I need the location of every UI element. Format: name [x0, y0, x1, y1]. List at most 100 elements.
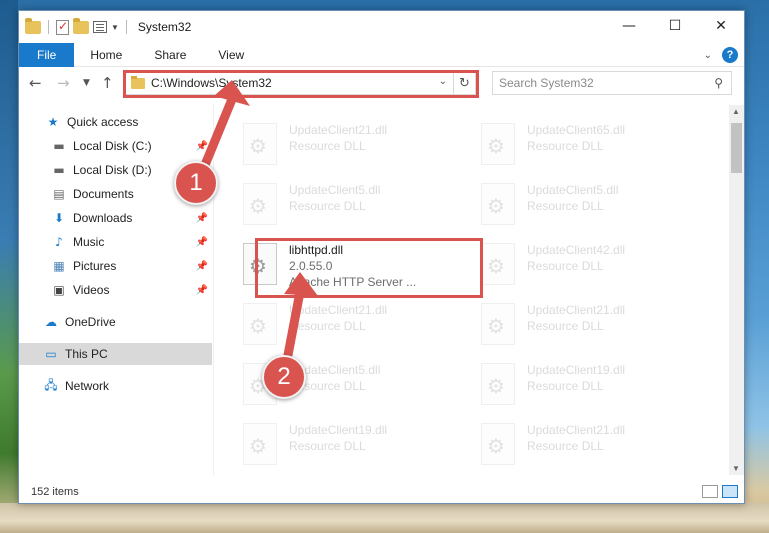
- status-bar: 152 items: [19, 481, 744, 503]
- sidebar-item-label: Downloads: [73, 211, 133, 225]
- window-title: System32: [137, 20, 192, 34]
- sidebar-item-label: OneDrive: [65, 315, 116, 329]
- file-item[interactable]: UpdateClient65.dll Resource DLL: [477, 117, 707, 171]
- file-item[interactable]: UpdateClient21.dll Resource DLL: [477, 297, 707, 351]
- file-name: UpdateClient21.dll: [527, 423, 626, 437]
- pin-icon[interactable]: 📌: [196, 141, 208, 152]
- address-dropdown-icon[interactable]: ⌄: [439, 76, 447, 87]
- help-icon[interactable]: ?: [722, 47, 738, 63]
- scroll-thumb[interactable]: [731, 123, 742, 173]
- file-name: UpdateClient19.dll: [527, 363, 626, 377]
- sidebar-item-label: Documents: [73, 187, 134, 201]
- dll-file-icon: [243, 243, 277, 285]
- file-name: UpdateClient21.dll: [527, 303, 626, 317]
- recent-locations-chevron-icon[interactable]: ▼: [83, 78, 90, 88]
- file-type: Apache HTTP Server ...: [289, 275, 417, 289]
- search-box[interactable]: ⚲: [492, 71, 732, 95]
- details-view-icon[interactable]: [702, 485, 718, 498]
- file-item[interactable]: UpdateClient21.dll Resource DLL: [477, 417, 707, 471]
- new-folder-icon[interactable]: [73, 17, 89, 34]
- ribbon-right: ⌄ ?: [704, 47, 738, 63]
- sidebar-item-label: Quick access: [67, 115, 139, 129]
- navigation-pane: ★ Quick access ▬ Local Disk (C:) 📌 ▬ Loc…: [19, 105, 214, 475]
- file-type: Resource DLL: [527, 319, 604, 333]
- drive-icon: ▬: [53, 139, 65, 153]
- file-item[interactable]: UpdateClient21.dll Resource DLL: [239, 117, 469, 171]
- file-list: UpdateClient21.dll Resource DLL UpdateCl…: [215, 105, 729, 475]
- refresh-icon[interactable]: ↻: [453, 72, 475, 94]
- close-button[interactable]: ✕: [698, 11, 744, 41]
- up-arrow-icon[interactable]: ↑: [101, 74, 114, 92]
- sidebar-item-quick-access[interactable]: ★ Quick access: [19, 111, 212, 133]
- search-icon[interactable]: ⚲: [714, 76, 723, 90]
- tab-home[interactable]: Home: [74, 43, 138, 67]
- expand-ribbon-icon[interactable]: ⌄: [704, 50, 712, 61]
- dll-file-icon: [481, 423, 515, 465]
- documents-icon: ▤: [53, 187, 65, 201]
- sidebar-item-label: Local Disk (C:): [73, 139, 152, 153]
- pictures-icon: ▦: [53, 259, 65, 273]
- dll-file-icon: [243, 303, 277, 345]
- search-input[interactable]: [499, 76, 699, 90]
- file-name: UpdateClient21.dll: [289, 303, 388, 317]
- properties-check-icon[interactable]: [56, 19, 69, 35]
- pin-icon[interactable]: 📌: [196, 285, 208, 296]
- file-type: Resource DLL: [289, 199, 366, 213]
- sidebar-item-pictures[interactable]: ▦ Pictures 📌: [19, 255, 212, 277]
- sidebar-item-videos[interactable]: ▣ Videos 📌: [19, 279, 212, 301]
- sidebar-item-local-disk-c[interactable]: ▬ Local Disk (C:) 📌: [19, 135, 212, 157]
- file-item[interactable]: UpdateClient5.dll Resource DLL: [239, 177, 469, 231]
- desktop-background-bottom: [0, 503, 769, 533]
- chevron-down-icon[interactable]: ▼: [111, 23, 119, 32]
- customize-icon[interactable]: [93, 21, 107, 33]
- sidebar-item-this-pc[interactable]: ▭ This PC: [19, 343, 212, 365]
- dll-file-icon: [481, 183, 515, 225]
- file-name: UpdateClient65.dll: [527, 123, 626, 137]
- file-type: Resource DLL: [527, 199, 604, 213]
- cloud-icon: ☁: [45, 315, 57, 329]
- sidebar-item-onedrive[interactable]: ☁ OneDrive: [19, 311, 212, 333]
- file-item[interactable]: UpdateClient5.dll Resource DLL: [477, 177, 707, 231]
- sidebar-item-downloads[interactable]: ⬇ Downloads 📌: [19, 207, 212, 229]
- dll-file-icon: [481, 303, 515, 345]
- back-arrow-icon[interactable]: ←: [29, 74, 42, 92]
- file-item[interactable]: UpdateClient19.dll Resource DLL: [477, 357, 707, 411]
- large-icons-view-icon[interactable]: [722, 485, 738, 498]
- file-explorer-window: ▼ System32 — ☐ ✕ File Home Share View ⌄ …: [18, 10, 745, 504]
- step-1-badge: 1: [174, 161, 218, 205]
- sidebar-item-network[interactable]: 🖧 Network: [19, 375, 212, 397]
- maximize-button[interactable]: ☐: [652, 11, 698, 41]
- file-name: UpdateClient42.dll: [527, 243, 626, 257]
- sidebar-item-music[interactable]: ♪ Music 📌: [19, 231, 212, 253]
- window-controls: — ☐ ✕: [606, 11, 744, 41]
- dll-file-icon: [481, 363, 515, 405]
- scroll-up-icon[interactable]: ▲: [732, 107, 740, 116]
- file-item-libhttpd[interactable]: libhttpd.dll 2.0.55.0 Apache HTTP Server…: [239, 237, 469, 291]
- vertical-scrollbar[interactable]: ▲ ▼: [729, 105, 744, 475]
- sidebar-item-label: Videos: [73, 283, 110, 297]
- file-item[interactable]: UpdateClient42.dll Resource DLL: [477, 237, 707, 291]
- pin-icon[interactable]: 📌: [196, 237, 208, 248]
- file-item[interactable]: UpdateClient21.dll Resource DLL: [239, 297, 469, 351]
- file-type: Resource DLL: [527, 139, 604, 153]
- tab-share[interactable]: Share: [138, 43, 202, 67]
- address-path[interactable]: C:\Windows\System32: [151, 76, 272, 90]
- file-type: Resource DLL: [527, 259, 604, 273]
- pin-icon[interactable]: 📌: [196, 213, 208, 224]
- minimize-button[interactable]: —: [606, 11, 652, 41]
- file-name: UpdateClient5.dll: [289, 183, 381, 197]
- tab-file[interactable]: File: [19, 42, 75, 67]
- file-name: UpdateClient5.dll: [527, 183, 619, 197]
- file-item[interactable]: UpdateClient19.dll Resource DLL: [239, 417, 469, 471]
- download-icon: ⬇: [53, 211, 65, 225]
- address-bar[interactable]: C:\Windows\System32 ⌄ ↻: [124, 71, 476, 95]
- scroll-down-icon[interactable]: ▼: [732, 464, 740, 473]
- pin-icon[interactable]: 📌: [196, 261, 208, 272]
- forward-arrow-icon[interactable]: →: [57, 74, 70, 92]
- desktop-background: [0, 0, 18, 533]
- file-type: Resource DLL: [289, 439, 366, 453]
- folder-icon[interactable]: [25, 17, 41, 34]
- file-name: UpdateClient19.dll: [289, 423, 388, 437]
- tab-view[interactable]: View: [202, 43, 260, 67]
- sidebar-item-label: This PC: [65, 347, 108, 361]
